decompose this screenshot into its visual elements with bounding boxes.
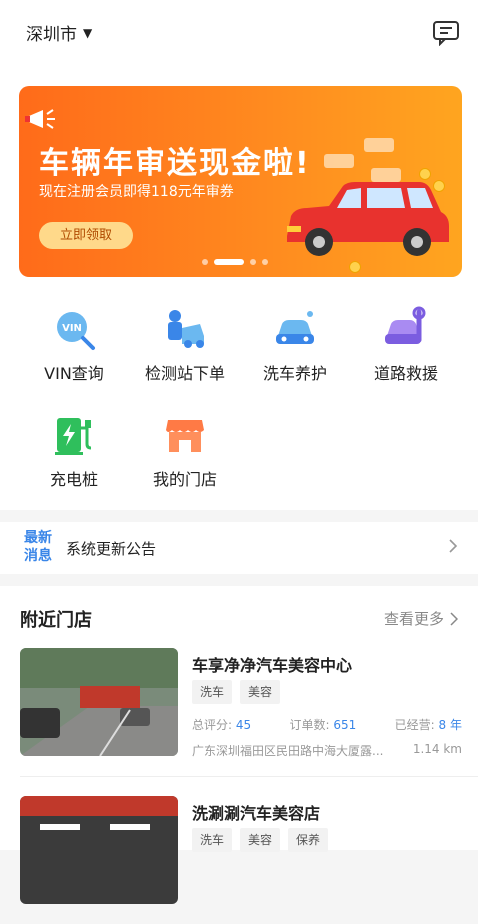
- service-label: 充电桩: [49, 470, 98, 489]
- years-stat: 已经营: 8 年: [395, 716, 462, 733]
- service-charging[interactable]: 充电桩: [24, 412, 124, 490]
- city-name: 深圳市: [26, 25, 77, 45]
- service-tag: 保养: [288, 828, 329, 852]
- divider: [20, 776, 478, 777]
- inspection-station-icon: [168, 310, 204, 348]
- years-label: 已经营:: [394, 718, 435, 732]
- chevron-right-icon: [450, 611, 458, 626]
- chat-bubble-icon: [364, 138, 394, 152]
- section-title: 附近门店: [20, 610, 92, 631]
- rating-label: 总评分:: [192, 718, 233, 732]
- store-photo: [20, 648, 178, 756]
- pagination-dot-active: [214, 259, 244, 265]
- caret-down-icon: ▼: [83, 25, 93, 40]
- service-label: 道路救援: [373, 364, 438, 383]
- news-tag-line: 消息: [24, 548, 52, 564]
- top-section: 深圳市 ▼ 车辆年审送现金啦! 现在注册会员即得118元年审券 立即领取 VIN…: [0, 0, 478, 510]
- message-icon[interactable]: [432, 20, 460, 46]
- store-stats: 总评分: 45 订单数: 651 已经营: 8 年: [192, 716, 462, 733]
- store-address-row: 广东深圳福田区民田路中海大厦露... 1.14 km: [192, 742, 462, 759]
- store-distance: 1.14 km: [412, 742, 462, 756]
- claim-button[interactable]: 立即领取: [39, 222, 133, 249]
- service-tag: 洗车: [192, 680, 233, 704]
- pagination-dot: [202, 259, 208, 265]
- car-wash-icon: [276, 311, 314, 344]
- my-store-icon: [166, 420, 204, 452]
- service-label: VIN查询: [44, 364, 104, 383]
- banner-subtitle: 现在注册会员即得118元年审券: [39, 184, 234, 200]
- top-bar: 深圳市 ▼: [0, 0, 478, 70]
- rating-stat: 总评分: 45: [192, 716, 251, 733]
- banner-title: 车辆年审送现金啦!: [39, 146, 311, 181]
- service-my-store[interactable]: 我的门店: [135, 412, 235, 490]
- charging-pile-icon: [55, 418, 92, 455]
- store-address: 广东深圳福田区民田路中海大厦露...: [192, 744, 384, 758]
- service-vin[interactable]: VIN VIN查询: [24, 306, 124, 384]
- megaphone-icon: [25, 109, 55, 129]
- orders-stat: 订单数: 651: [290, 716, 357, 733]
- orders-value: 651: [333, 718, 357, 732]
- news-tag: 最新 消息: [24, 529, 58, 565]
- service-label: 洗车养护: [262, 364, 327, 383]
- store-name: 洗涮涮汽车美容店: [192, 804, 321, 823]
- see-more-link[interactable]: 查看更多: [384, 608, 458, 629]
- service-label: 我的门店: [152, 470, 217, 489]
- store-card[interactable]: 车享净净汽车美容中心 洗车 美容 总评分: 45 订单数: 651 已经营: 8…: [0, 648, 478, 776]
- service-tag: 洗车: [192, 828, 233, 852]
- notice-text: 系统更新公告: [66, 540, 157, 558]
- store-tags: 洗车 美容 保养: [192, 828, 329, 852]
- nearby-stores-section: 附近门店 查看更多 车享净净汽车美容中心 洗车 美容 总评分: 45 订单数: …: [0, 586, 478, 904]
- orders-label: 订单数:: [289, 718, 330, 732]
- vin-icon: VIN: [57, 312, 95, 350]
- store-name: 车享净净汽车美容中心: [192, 656, 353, 675]
- pagination-dot: [262, 259, 268, 265]
- news-notice-bar[interactable]: 最新 消息 系统更新公告: [0, 522, 478, 574]
- store-tags: 洗车 美容: [192, 680, 281, 704]
- red-car-illustration: [287, 182, 449, 256]
- pagination-dot: [250, 259, 256, 265]
- service-car-wash[interactable]: 洗车养护: [245, 306, 345, 384]
- road-rescue-icon: [385, 306, 426, 344]
- service-label: 检测站下单: [144, 364, 225, 383]
- service-tag: 美容: [240, 828, 281, 852]
- store-card[interactable]: 洗涮涮汽车美容店 洗车 美容 保养: [0, 796, 478, 924]
- service-tag: 美容: [240, 680, 281, 704]
- rating-value: 45: [235, 718, 252, 732]
- promo-banner[interactable]: 车辆年审送现金啦! 现在注册会员即得118元年审券 立即领取: [19, 86, 462, 277]
- city-selector[interactable]: 深圳市 ▼: [26, 20, 92, 45]
- store-photo: [20, 796, 178, 904]
- chevron-right-icon: [449, 539, 458, 553]
- see-more-label: 查看更多: [383, 610, 444, 628]
- banner-pagination: [202, 259, 268, 265]
- service-road-rescue[interactable]: 道路救援: [356, 306, 456, 384]
- years-value: 8 年: [438, 718, 462, 732]
- chat-bubble-icon: [324, 154, 354, 168]
- news-tag-line: 最新: [24, 530, 52, 546]
- service-inspection[interactable]: 检测站下单: [135, 306, 235, 384]
- svg-text:VIN: VIN: [62, 323, 82, 334]
